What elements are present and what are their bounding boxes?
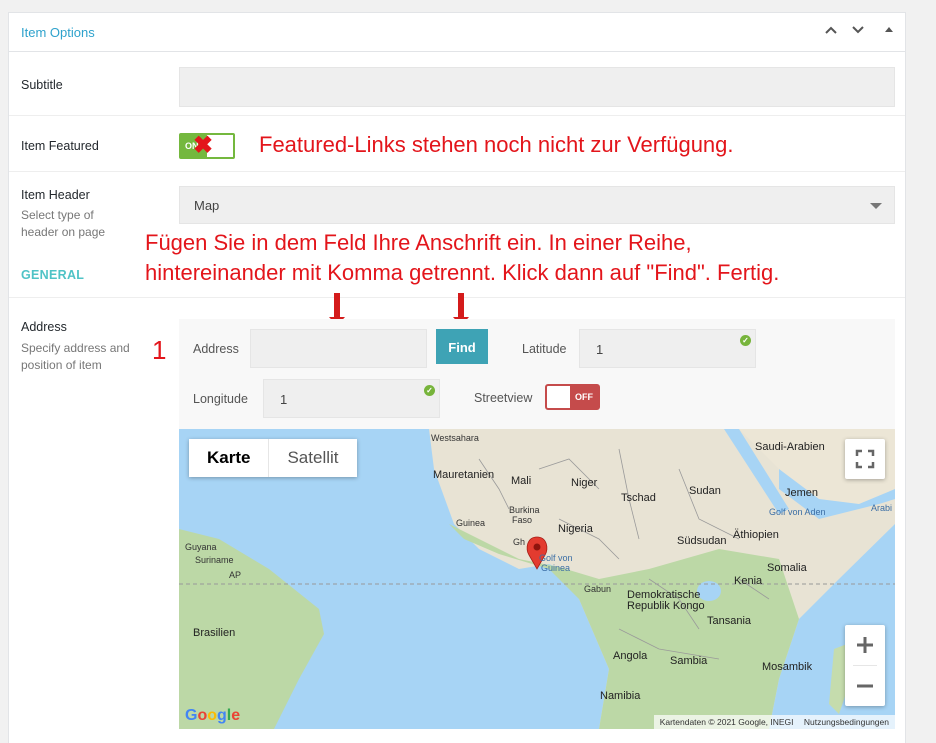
map-label: Golf von <box>539 553 573 563</box>
check-icon: ✓ <box>740 335 751 346</box>
map-label: Tansania <box>707 615 752 627</box>
arrow-down-icon <box>329 293 345 326</box>
map-label: Angola <box>613 650 648 662</box>
chevron-down-icon <box>870 203 882 209</box>
panel-header: Item Options <box>9 13 905 52</box>
address-description: Specify address and position of item <box>21 341 130 372</box>
map-label: Arabi <box>871 503 893 513</box>
check-icon: ✓ <box>424 385 435 396</box>
zoom-out-button[interactable] <box>845 666 885 706</box>
divider <box>9 171 905 172</box>
longitude-label: Longitude <box>193 392 248 406</box>
latitude-label: Latitude <box>522 342 567 356</box>
instruction-line-2: hintereinander mit Komma getrennt. Klick… <box>145 260 780 285</box>
map-label: Südsudan <box>677 535 727 547</box>
map-label: Jemen <box>785 487 819 499</box>
map-label: Brasilien <box>193 627 236 639</box>
fullscreen-button[interactable] <box>845 439 885 479</box>
item-featured-label: Item Featured <box>21 139 99 153</box>
streetview-label: Streetview <box>474 391 533 405</box>
map-label: Guinea <box>541 563 571 573</box>
map-label: Guyana <box>185 542 217 552</box>
item-header-description: Select type of header on page <box>21 208 106 239</box>
divider <box>9 297 905 298</box>
terms-link[interactable]: Nutzungsbedingungen <box>804 717 889 727</box>
arrow-down-icon <box>453 293 469 326</box>
caret-up-icon[interactable] <box>880 21 898 41</box>
map-type-control: Karte Satellit <box>189 439 357 477</box>
map-data-attribution: Kartendaten © 2021 Google, INEGI <box>659 717 794 727</box>
item-options-panel: Item Options Subtitle Item Featured ON ✖… <box>8 12 906 743</box>
map-label: Faso <box>512 515 533 525</box>
map-label: Sambia <box>670 655 708 667</box>
address-label: Address <box>21 320 67 334</box>
chevron-down-icon[interactable] <box>849 21 867 41</box>
header-type-value: Map <box>194 198 220 213</box>
map-type-satellite-button[interactable]: Satellit <box>269 439 356 477</box>
map-label: Saudi-Arabien <box>755 441 825 453</box>
address-field-label: Address <box>193 342 239 356</box>
map-footer: Kartendaten © 2021 Google, INEGI Nutzung… <box>653 715 895 729</box>
map-label: Burkina <box>509 505 540 515</box>
map-label: Gabun <box>584 584 612 594</box>
divider <box>9 115 905 116</box>
plus-icon <box>857 637 873 653</box>
panel-title: Item Options <box>21 25 95 40</box>
map-label: Mali <box>511 475 532 487</box>
item-header-label: Item Header <box>21 188 90 202</box>
map-label: Namibia <box>600 690 641 702</box>
map-label: Nigeria <box>558 523 593 535</box>
map-type-map-button[interactable]: Karte <box>189 439 270 477</box>
map-label: Mauretanien <box>433 469 495 481</box>
section-title-general: GENERAL <box>21 268 85 282</box>
longitude-input[interactable]: 1 ✓ <box>263 379 440 418</box>
map-label: Suriname <box>195 555 234 565</box>
map-label: Republik Kongo <box>627 600 705 612</box>
map-label: Westsahara <box>431 433 479 443</box>
latitude-input[interactable]: 1 ✓ <box>579 329 756 368</box>
close-icon: ✖ <box>193 132 214 159</box>
map[interactable]: Westsahara Mauretanien Mali Niger Tschad… <box>179 429 895 729</box>
streetview-toggle[interactable]: OFF <box>545 384 600 410</box>
header-type-select[interactable]: Map <box>179 186 895 224</box>
minus-icon <box>857 684 873 688</box>
fullscreen-icon <box>855 449 875 469</box>
map-label: Mosambik <box>762 661 813 673</box>
latitude-value: 1 <box>596 342 604 357</box>
map-label: Tschad <box>621 492 656 504</box>
map-label: Gh <box>513 537 526 547</box>
map-label: Niger <box>571 477 598 489</box>
featured-toggle[interactable]: ON ✖ <box>179 132 235 159</box>
toggle-off-label: OFF <box>570 386 598 408</box>
subtitle-input[interactable] <box>179 67 895 107</box>
chevron-up-icon[interactable] <box>822 21 840 41</box>
map-label: Sudan <box>689 485 721 497</box>
google-logo: Google <box>185 707 241 724</box>
map-label: Äthiopien <box>733 529 779 541</box>
map-label: Somalia <box>767 562 807 574</box>
address-fields: Address Find Latitude 1 ✓ Longitude 1 ✓ … <box>179 319 895 429</box>
map-label: Kenia <box>734 575 763 587</box>
map-label: Golf von Aden <box>769 507 826 517</box>
zoom-control <box>845 625 885 706</box>
zoom-in-button[interactable] <box>845 625 885 665</box>
featured-note: Featured-Links stehen noch nicht zur Ver… <box>259 132 734 157</box>
map-label: Guinea <box>456 518 486 528</box>
map-label: AP <box>229 570 242 580</box>
find-button[interactable]: Find <box>436 329 488 364</box>
step-marker: 1 <box>152 335 167 365</box>
longitude-value: 1 <box>280 392 288 407</box>
address-input[interactable] <box>250 329 427 368</box>
subtitle-label: Subtitle <box>21 78 63 92</box>
instruction-line-1: Fügen Sie in dem Feld Ihre Anschrift ein… <box>145 230 692 255</box>
